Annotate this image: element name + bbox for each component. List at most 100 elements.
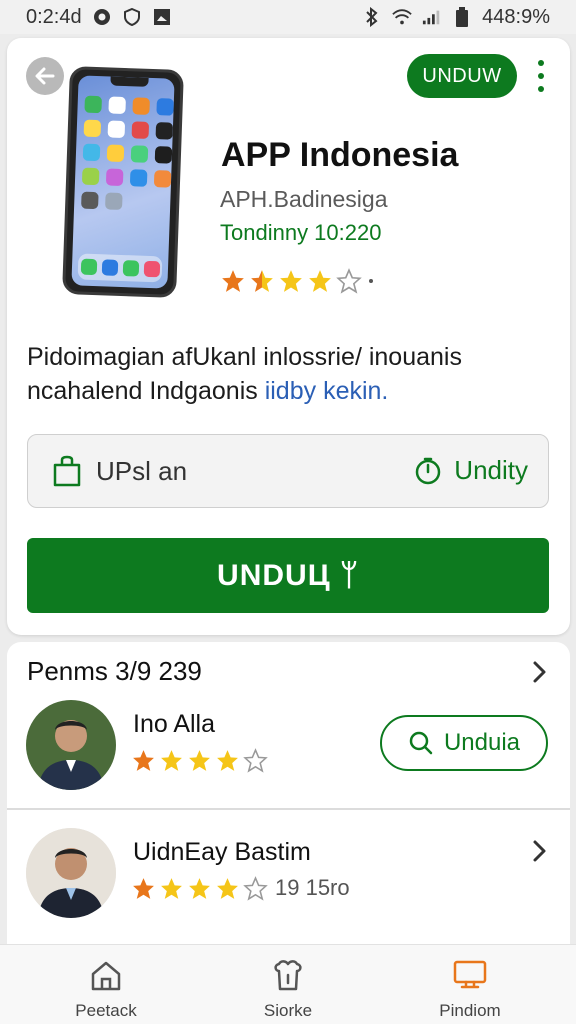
app-screenshot[interactable]	[62, 66, 184, 298]
review-rating: 19 15ro	[131, 875, 350, 901]
battery-percentage: 448:9%	[482, 5, 550, 28]
option-left[interactable]: UPsl an	[52, 455, 187, 487]
chevron-right-icon[interactable]	[531, 660, 549, 684]
review-download-label: Unduia	[443, 729, 521, 756]
download-button[interactable]: UNDUЦ ᛘ	[27, 538, 549, 613]
app-tile	[105, 168, 124, 186]
star-full-icon	[189, 877, 210, 899]
record-icon	[92, 7, 112, 27]
search-icon	[409, 731, 433, 755]
app-tile	[80, 258, 97, 276]
person-avatar-icon	[26, 828, 116, 918]
app-updated: Tondinny 10:220	[220, 220, 382, 245]
reviewer-name: Ino Alla	[133, 710, 216, 738]
divider	[7, 808, 570, 810]
app-tile	[153, 170, 172, 188]
store-icon	[274, 960, 302, 991]
app-tile	[156, 98, 174, 116]
app-tile	[81, 191, 99, 210]
nav-label: Pindiom	[439, 1001, 501, 1020]
shield-icon	[122, 7, 142, 27]
reviewer-name: UidnEay Bastim	[133, 838, 311, 866]
battery-icon	[452, 7, 472, 27]
app-tile	[155, 122, 174, 140]
signal-icon	[422, 7, 442, 27]
device-icon	[453, 960, 487, 989]
star-full-icon	[222, 270, 244, 292]
reviews-card: Penms 3/9 239 Ino Alla Unduia UidnEay Ba…	[7, 642, 570, 944]
app-tile	[108, 96, 126, 115]
review-download-button[interactable]: Unduia	[380, 715, 548, 771]
rating-dot	[369, 279, 373, 283]
app-tile	[82, 143, 101, 162]
app-rating	[220, 268, 373, 294]
app-tile	[130, 145, 149, 163]
star-empty-icon	[336, 268, 362, 294]
app-description: Pidoimagian afUkanl inlossrie/ inouanis …	[27, 340, 547, 408]
app-tile	[84, 95, 102, 114]
install-pill-button[interactable]: UNDUW	[407, 54, 517, 98]
phone-app-grid	[81, 95, 174, 212]
phone-notch	[110, 76, 149, 87]
star-full-icon	[189, 750, 210, 771]
star-full-icon	[133, 877, 154, 899]
nav-item-store[interactable]: Siorke	[223, 959, 353, 1021]
review-count: 19 15ro	[275, 875, 350, 900]
star-empty-icon	[243, 875, 268, 901]
star-full-icon	[280, 270, 302, 292]
app-tile	[81, 167, 100, 186]
nav-label: Peetack	[75, 1001, 137, 1020]
arrow-left-icon	[35, 67, 55, 85]
app-tile	[106, 144, 125, 163]
nav-item-home[interactable]: Peetack	[41, 959, 171, 1021]
wifi-icon	[392, 7, 412, 27]
app-tile	[132, 97, 150, 115]
description-link[interactable]: iidby kekin.	[265, 377, 389, 405]
app-tile	[143, 260, 160, 278]
star-half-icon	[251, 270, 273, 292]
description-text: Pidoimagian afUkanl inlossrie/ inouanis …	[27, 343, 462, 405]
review-rating	[131, 748, 268, 773]
bottom-nav: Peetack Siorke Pindiom	[0, 944, 576, 1024]
app-title: APP Indonesia	[221, 136, 459, 174]
app-tile	[131, 121, 150, 139]
star-full-icon	[217, 877, 238, 899]
app-tile	[154, 146, 173, 164]
app-tile	[105, 192, 123, 210]
star-full-icon	[133, 750, 154, 771]
nav-label: Siorke	[263, 1001, 313, 1020]
star-empty-icon	[243, 748, 268, 773]
back-button[interactable]	[26, 57, 64, 95]
star-full-icon	[161, 877, 182, 899]
timer-icon	[416, 457, 441, 484]
chevron-right-icon[interactable]	[531, 839, 549, 863]
app-tile	[83, 119, 102, 138]
nav-item-device[interactable]: Pindiom	[405, 959, 535, 1021]
bluetooth-icon	[362, 7, 382, 27]
options-box: UPsl an Undity	[27, 434, 549, 508]
status-right: 448:9%	[362, 6, 550, 29]
status-time: 0:2:4d	[26, 5, 82, 28]
bag-icon	[53, 455, 81, 487]
person-avatar-icon	[26, 700, 116, 790]
avatar[interactable]	[26, 828, 116, 918]
app-developer[interactable]: APH.Badinesiga	[220, 186, 388, 213]
star-full-icon	[161, 750, 182, 771]
image-icon	[152, 7, 172, 27]
phone-screen	[71, 75, 175, 289]
app-tile	[129, 169, 148, 187]
avatar[interactable]	[26, 700, 116, 790]
status-left: 0:2:4d	[26, 6, 172, 29]
home-icon	[91, 961, 121, 991]
app-tile	[107, 120, 126, 139]
status-bar: 0:2:4d 448:9%	[0, 0, 576, 34]
option-left-label: UPsl an	[96, 455, 188, 486]
option-right[interactable]: Undity	[414, 455, 528, 486]
app-tile	[101, 259, 118, 276]
star-full-icon	[217, 750, 238, 771]
app-card: UNDUW APP Indonesia APH.Badinesiga Tondi…	[7, 38, 570, 635]
option-right-label: Undity	[454, 455, 528, 485]
more-options-icon[interactable]	[533, 60, 549, 92]
dot	[538, 73, 544, 79]
dot	[538, 60, 544, 66]
